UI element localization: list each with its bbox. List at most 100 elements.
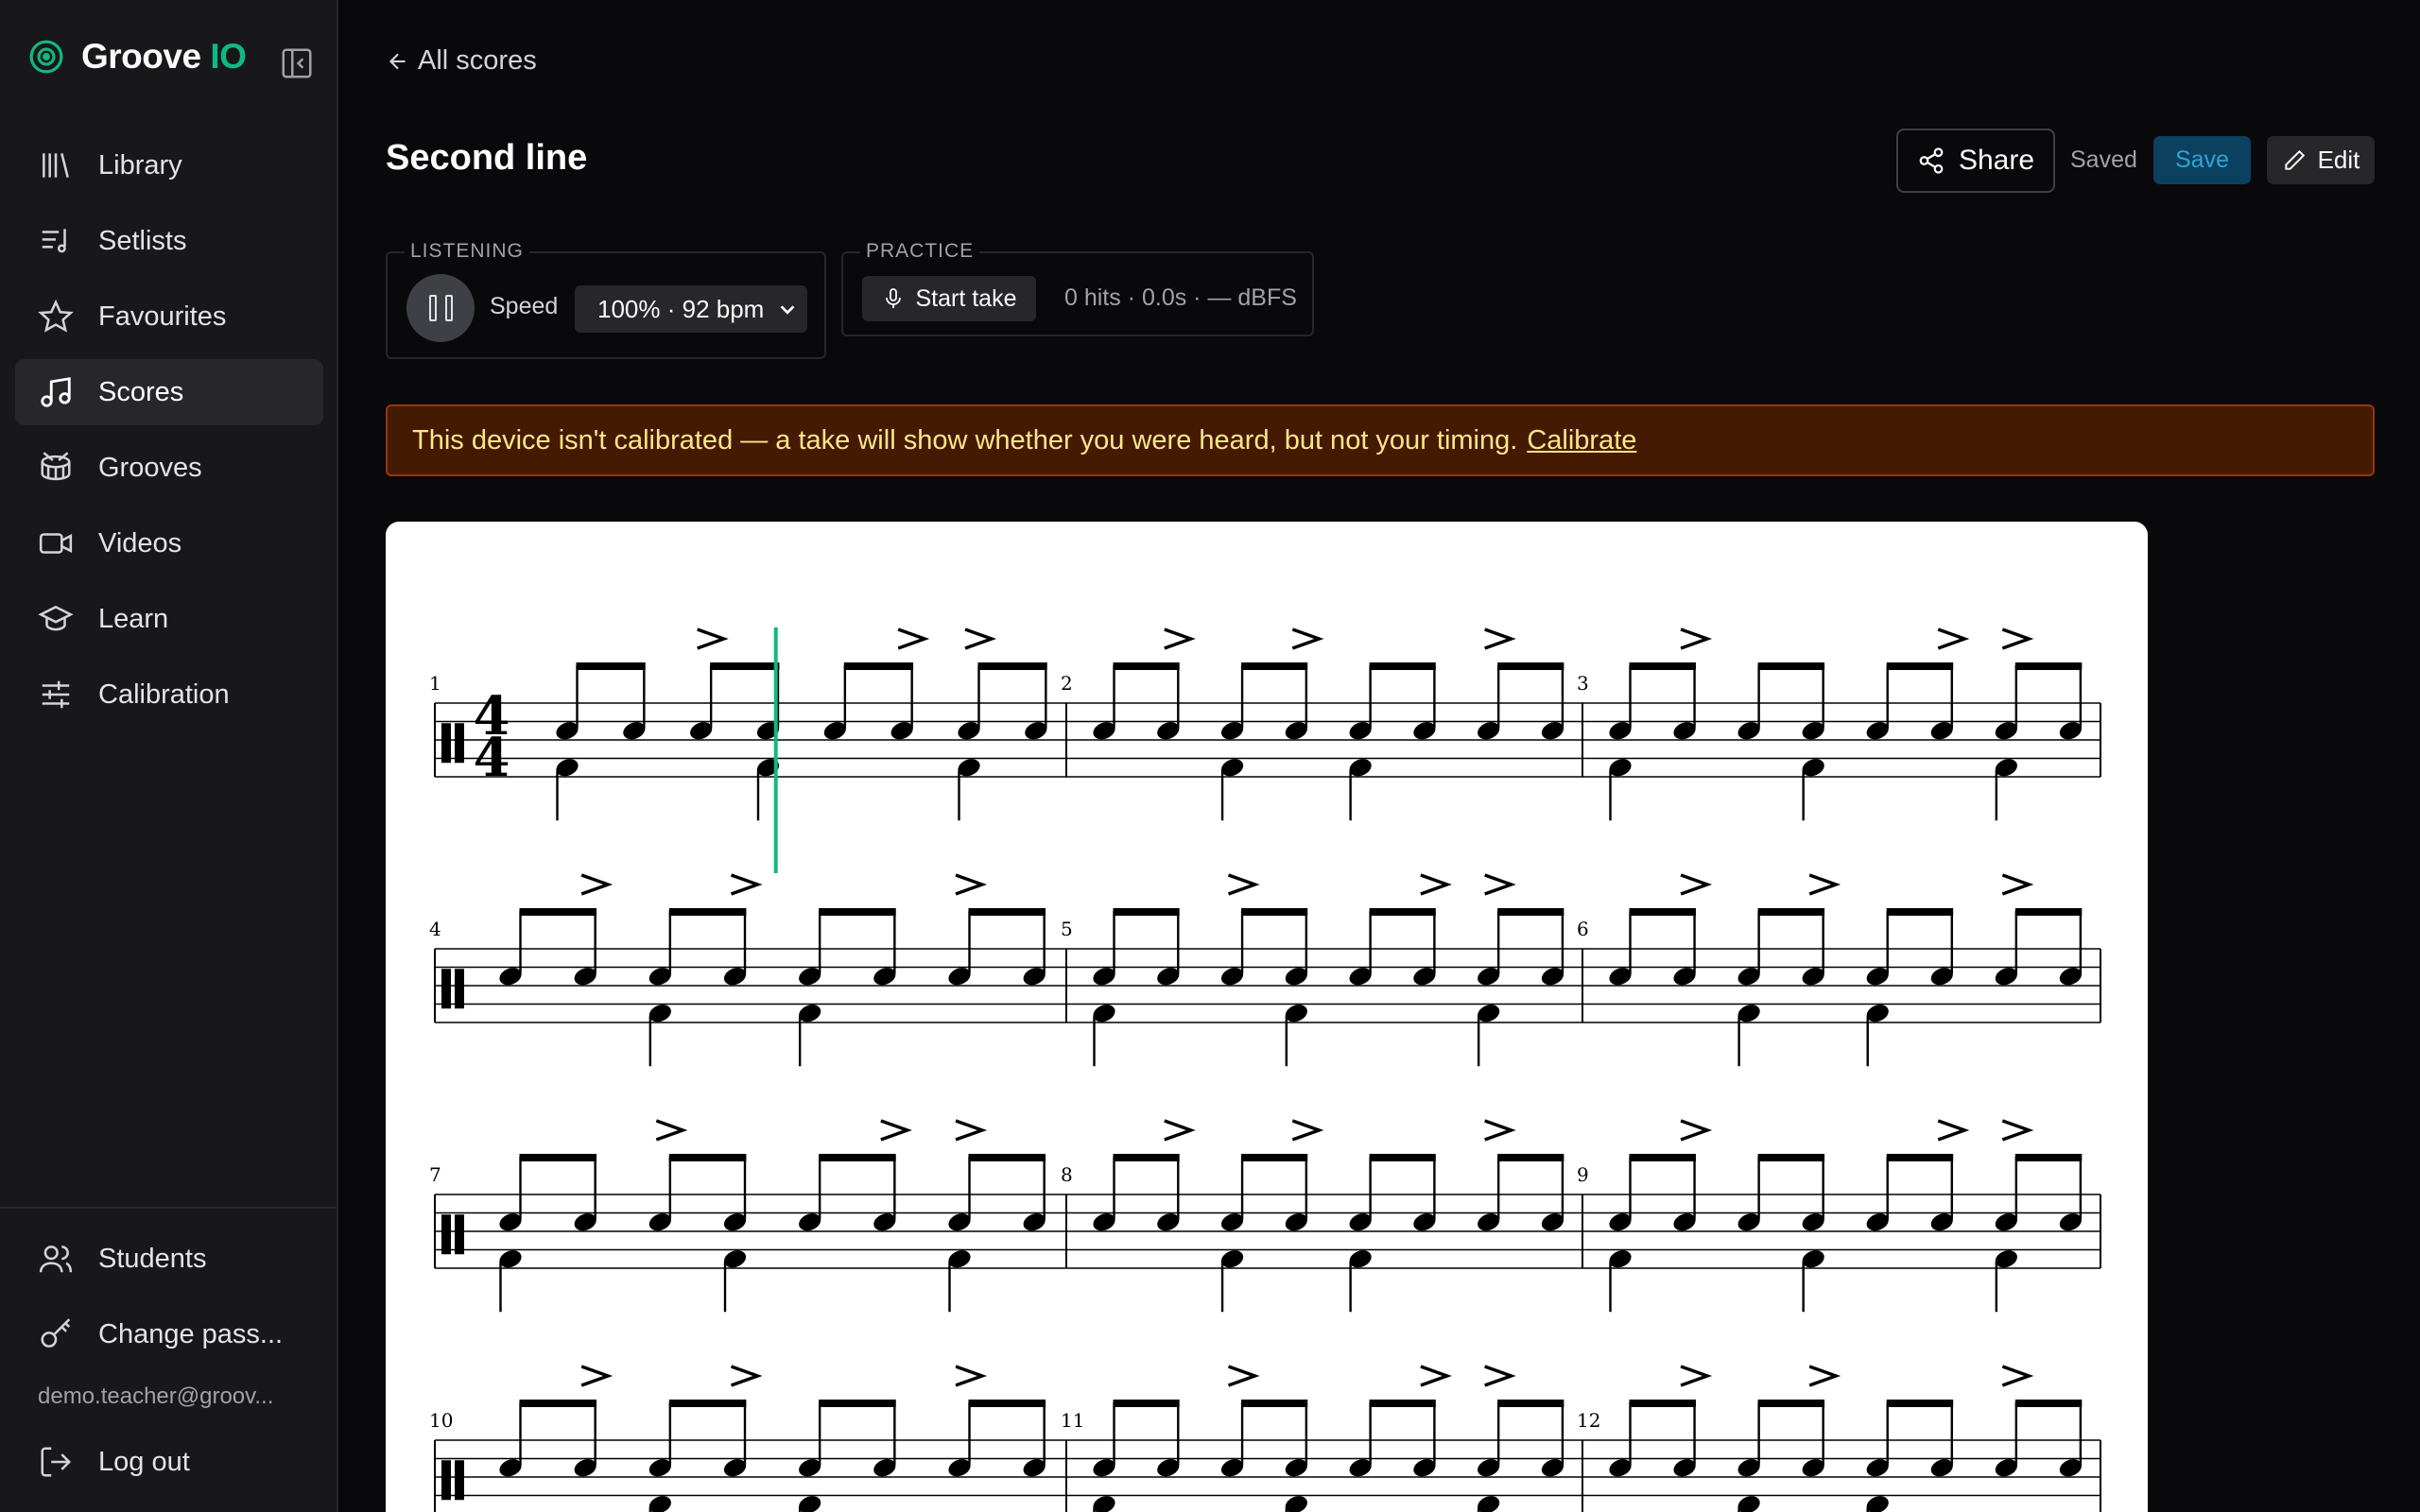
note-beam	[1369, 662, 1436, 670]
accent-mark	[1680, 873, 1713, 896]
time-signature-bottom: 4	[474, 727, 510, 789]
banner-message: This device isn't calibrated — a take wi…	[412, 424, 1518, 455]
back-link-label: All scores	[418, 45, 537, 76]
percussion-clef-icon	[441, 723, 451, 764]
sidebar-item-favourites[interactable]: Favourites	[15, 284, 323, 350]
note-beam	[1886, 1400, 1954, 1407]
sidebar: Groove IO Library Setlists Favourites Sc…	[0, 0, 338, 1512]
sidebar-item-scores[interactable]: Scores	[15, 359, 323, 425]
measure-number: 12	[1577, 1409, 1600, 1432]
note-beam	[1629, 662, 1696, 670]
note-beam	[1497, 908, 1564, 916]
back-to-scores-link[interactable]: All scores	[386, 45, 537, 77]
note-beam	[977, 662, 1047, 670]
start-take-button[interactable]: Start take	[862, 276, 1036, 321]
logout-button[interactable]: Log out	[15, 1429, 323, 1495]
edit-button[interactable]: Edit	[2267, 136, 2375, 184]
sidebar-item-grooves[interactable]: Grooves	[15, 435, 323, 501]
note-beam	[1241, 662, 1308, 670]
chevron-down-icon	[780, 305, 795, 315]
accent-mark	[1680, 627, 1713, 650]
note-beam	[2014, 662, 2083, 670]
sidebar-item-label: Scores	[98, 376, 184, 407]
sidebar-item-library[interactable]: Library	[15, 132, 323, 198]
note-beam	[519, 908, 597, 916]
calibration-warning-banner: This device isn't calibrated — a take wi…	[386, 404, 2375, 476]
listening-legend: LISTENING	[405, 240, 529, 263]
setlist-icon	[42, 229, 66, 253]
note-beam	[843, 662, 914, 670]
library-icon	[43, 153, 69, 178]
practice-legend: PRACTICE	[860, 240, 980, 263]
drum-notation: 441 2 34 5 67 8 910 11 12	[429, 627, 2101, 1512]
accent-mark	[1164, 627, 1196, 650]
note-beam	[1497, 662, 1564, 670]
sidebar-item-label: Calibration	[98, 679, 230, 710]
note-beam	[2014, 908, 2083, 916]
groove-logo-icon	[29, 40, 63, 74]
accent-mark	[1484, 1119, 1516, 1142]
note-beam	[576, 662, 646, 670]
users-icon	[39, 1246, 73, 1273]
note-beam	[1497, 1400, 1564, 1407]
accent-mark	[897, 627, 930, 650]
accent-mark	[955, 873, 988, 896]
sidebar-item-students[interactable]: Students	[15, 1226, 323, 1292]
sidebar-item-change-password[interactable]: Change pass...	[15, 1301, 323, 1367]
brand[interactable]: Groove IO	[28, 34, 247, 79]
video-icon	[39, 533, 73, 554]
note-beam	[819, 1154, 896, 1161]
sidebar-collapse-icon[interactable]	[279, 45, 315, 81]
pause-button[interactable]	[406, 274, 475, 342]
accent-mark	[1937, 1119, 1970, 1142]
measure-number: 6	[1577, 918, 1589, 940]
arrow-left-icon	[389, 53, 406, 69]
sidebar-nav: Library Setlists Favourites Scores Groov…	[15, 132, 323, 737]
note-beam	[968, 1154, 1046, 1161]
accent-mark	[1484, 1365, 1516, 1387]
note-beam	[2014, 1154, 2083, 1161]
sidebar-item-calibration[interactable]: Calibration	[15, 662, 323, 728]
note-beam	[668, 1400, 747, 1407]
graduation-cap-icon	[38, 605, 74, 631]
calibrate-link[interactable]: Calibrate	[1527, 425, 1636, 456]
accent-mark	[580, 1365, 614, 1387]
measure-number: 8	[1061, 1163, 1073, 1186]
accent-mark	[880, 1119, 912, 1142]
speed-select[interactable]: 100% · 92 bpm	[575, 285, 807, 333]
save-button[interactable]: Save	[2153, 136, 2251, 184]
note-beam	[2014, 1400, 2083, 1407]
sidebar-item-setlists[interactable]: Setlists	[15, 208, 323, 274]
brand-name-accent: IO	[210, 37, 247, 76]
note-beam	[1497, 1154, 1564, 1161]
sliders-icon	[42, 680, 70, 709]
accent-mark	[730, 873, 763, 896]
measure-number: 3	[1577, 672, 1589, 695]
pause-bar-icon	[428, 295, 437, 321]
sidebar-item-videos[interactable]: Videos	[15, 510, 323, 576]
measure-number: 5	[1061, 918, 1073, 940]
accent-mark	[1164, 1119, 1196, 1142]
sidebar-item-label: Setlists	[98, 225, 187, 256]
note-beam	[968, 908, 1046, 916]
note-beam	[1241, 908, 1308, 916]
note-beam	[1629, 1400, 1696, 1407]
accent-mark	[1227, 873, 1260, 896]
pencil-icon	[2284, 149, 2305, 170]
accent-mark	[1227, 1365, 1260, 1387]
start-take-label: Start take	[915, 284, 1017, 312]
score-sheet[interactable]: 4 4 1 2 3 4 5 6 7 8 9 10 11 12	[386, 522, 2148, 1512]
share-button[interactable]: Share	[1896, 129, 2055, 193]
note-beam	[1757, 1154, 1825, 1161]
note-beam	[519, 1154, 597, 1161]
accent-mark	[1484, 873, 1516, 896]
note-beam	[1757, 908, 1825, 916]
note-beam	[1629, 908, 1696, 916]
note-beam	[819, 908, 896, 916]
accent-mark	[1808, 873, 1841, 896]
sidebar-item-learn[interactable]: Learn	[15, 586, 323, 652]
note-beam	[1369, 1154, 1436, 1161]
logout-label: Log out	[98, 1446, 190, 1477]
note-beam	[1369, 908, 1436, 916]
share-icon	[1919, 147, 1944, 174]
